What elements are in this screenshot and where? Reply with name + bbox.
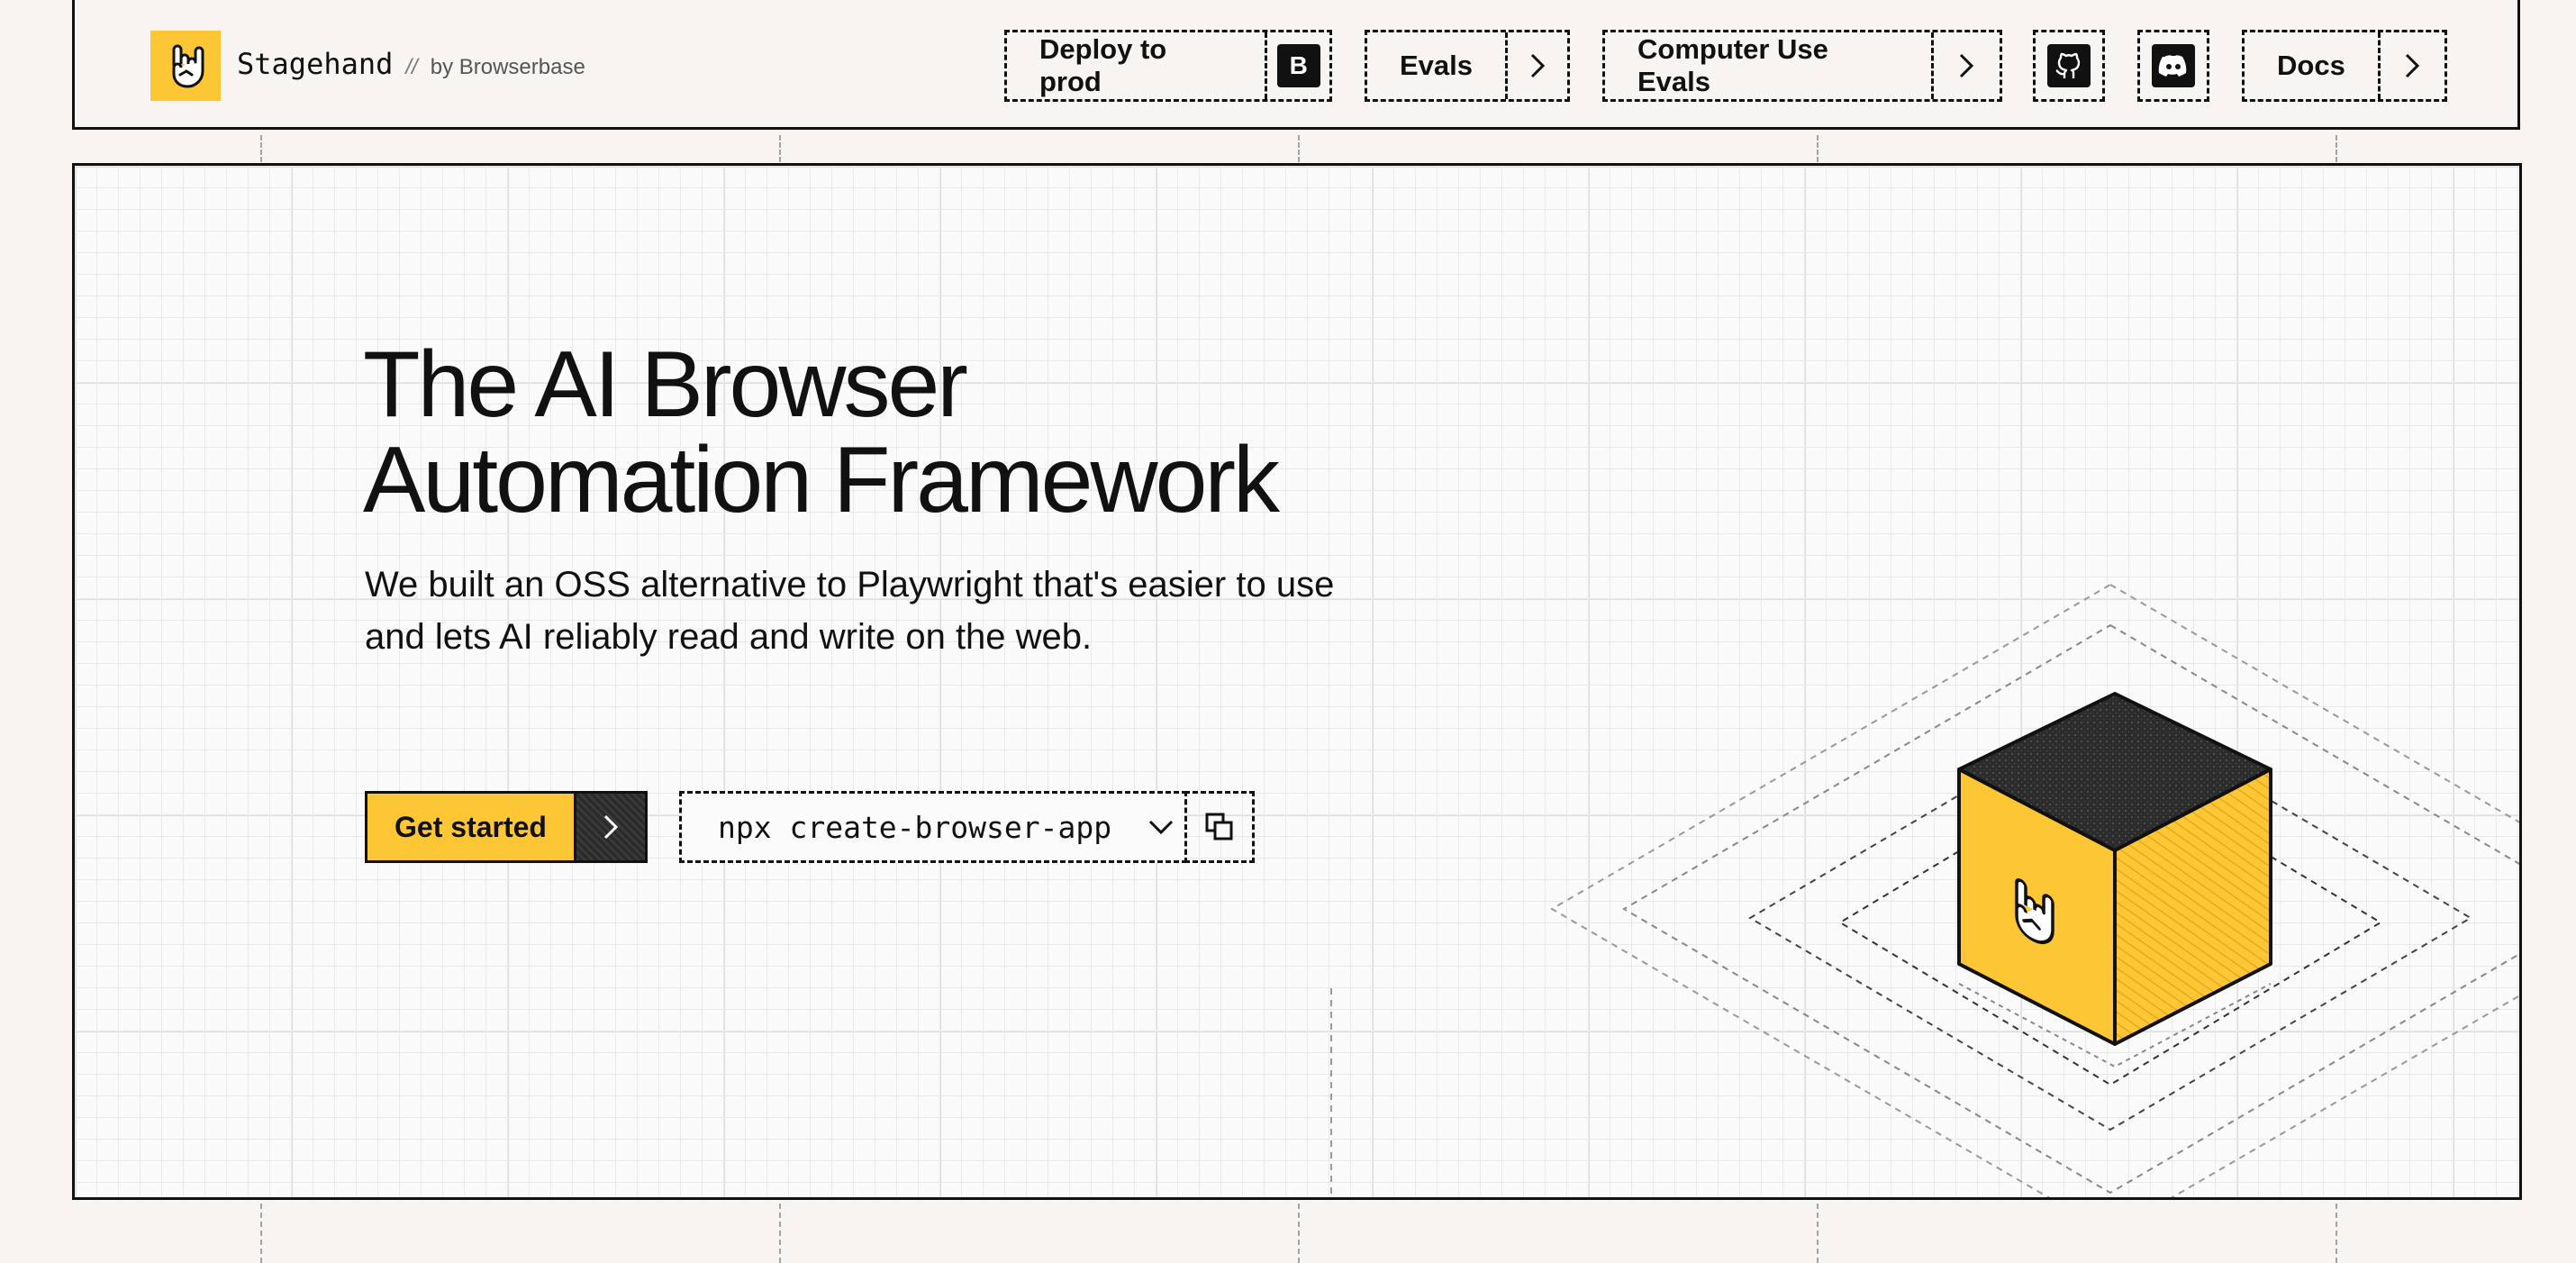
browserbase-badge: B [1265, 32, 1329, 99]
github-icon [2047, 44, 2091, 87]
chevron-right-icon [603, 814, 619, 840]
install-command-text: npx create-browser-app [718, 809, 1112, 845]
guide-line [1298, 135, 1300, 162]
brand-separator: // [405, 55, 418, 79]
brand-name[interactable]: Stagehand [237, 47, 393, 81]
guide-line [2336, 135, 2337, 162]
deploy-label: Deploy to prod [1039, 33, 1167, 97]
deploy-to-prod-button[interactable]: Deploy to prod B [1004, 30, 1332, 102]
guide-line [1817, 1204, 1819, 1263]
guide-line [260, 135, 262, 162]
computer-use-evals-button[interactable]: Computer Use Evals [1602, 30, 2002, 102]
guide-line [779, 135, 781, 162]
chevron-right-icon [1530, 53, 1546, 78]
copy-icon [1205, 813, 1233, 840]
chevron-right-icon [1960, 53, 1974, 78]
evals-chevron [1505, 32, 1567, 99]
get-started-arrow [574, 794, 645, 860]
guide-line [260, 1204, 262, 1263]
browserbase-icon: B [1276, 44, 1320, 87]
hero-title-line-2: Automation Framework [363, 428, 1280, 532]
evals-label: Evals [1400, 50, 1474, 81]
computer-use-evals-label: Computer Use Evals [1637, 33, 1828, 97]
install-command-dropdown[interactable]: npx create-browser-app [679, 791, 1187, 863]
rock-hand-icon [172, 44, 204, 88]
chevron-right-icon [2406, 53, 2420, 78]
cube-illustration [1330, 583, 2519, 1197]
github-button[interactable] [2033, 30, 2105, 102]
hero-section: The AI Browser Automation Framework We b… [72, 163, 2522, 1200]
hero-title: The AI Browser Automation Framework [363, 337, 1534, 528]
copy-command-button[interactable] [1184, 791, 1255, 863]
docs-label: Docs [2277, 50, 2345, 81]
get-started-label: Get started [367, 794, 574, 860]
brand: Stagehand // by Browserbase [237, 47, 585, 86]
chevron-down-icon [1149, 820, 1174, 835]
computer-use-evals-chevron [1930, 32, 2000, 99]
hero-title-line-1: The AI Browser [363, 332, 968, 437]
guide-line [2336, 1204, 2337, 1263]
get-started-button[interactable]: Get started [365, 791, 648, 863]
hero-subtitle: We built an OSS alternative to Playwrigh… [365, 565, 1335, 657]
docs-chevron [2377, 32, 2444, 99]
guide-line [779, 1204, 781, 1263]
discord-button[interactable] [2137, 30, 2209, 102]
top-nav: Stagehand // by Browserbase Deploy to pr… [72, 0, 2520, 130]
guide-line [1817, 135, 1819, 162]
evals-button[interactable]: Evals [1365, 30, 1570, 102]
guide-line [1298, 1204, 1300, 1263]
discord-icon [2152, 44, 2195, 87]
logo[interactable] [150, 31, 221, 101]
docs-button[interactable]: Docs [2242, 30, 2447, 102]
brand-byline[interactable]: by Browserbase [431, 55, 585, 80]
